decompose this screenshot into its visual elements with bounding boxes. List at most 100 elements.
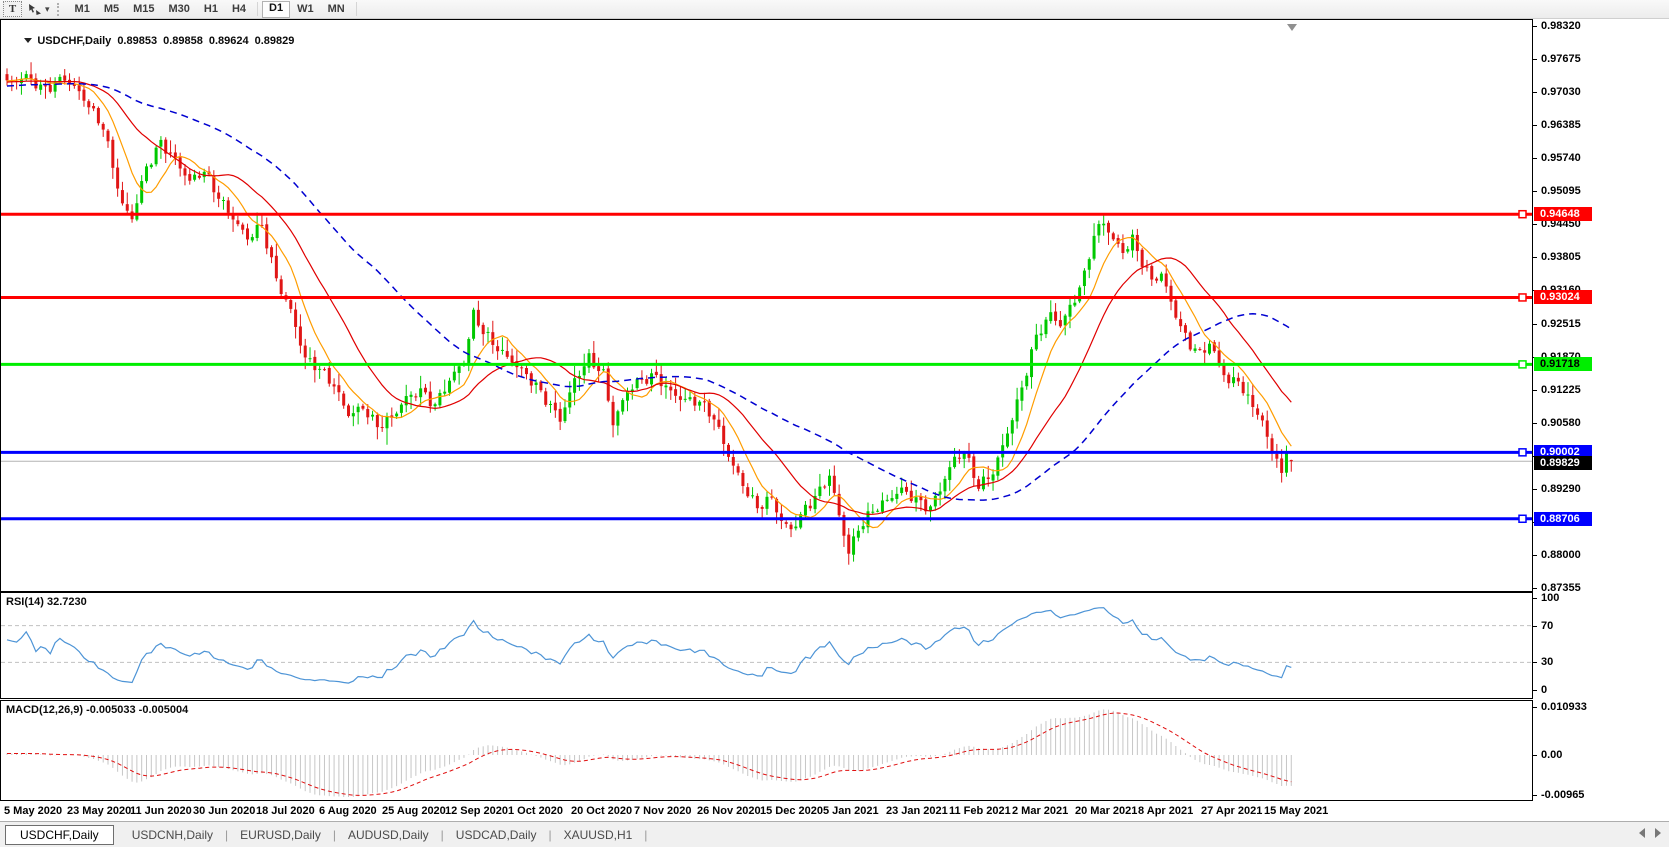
hline-price-chip[interactable]: 0.88706	[1534, 511, 1592, 526]
price-tick-mark	[1533, 588, 1537, 589]
macd-pane[interactable]: MACD(12,26,9) -0.005033 -0.005004	[0, 700, 1533, 801]
price-tick-mark	[1533, 257, 1537, 259]
date-label: 26 Nov 2020	[697, 805, 761, 817]
date-label: 15 Dec 2020	[760, 805, 823, 817]
rsi-tick-mark	[1533, 598, 1537, 599]
date-label: 5 May 2020	[4, 805, 63, 817]
date-label: 23 May 2020	[67, 805, 132, 817]
toolbar-separator	[355, 2, 357, 16]
chart-symbol-period: USDCHF,Daily	[37, 35, 112, 47]
macd-tick-label: 0.00	[1541, 749, 1563, 761]
price-tick-mark	[1533, 323, 1537, 325]
date-label: 8 Apr 2021	[1138, 805, 1194, 817]
chart-tab-xauusd[interactable]: XAUUSD,H1	[552, 826, 645, 844]
date-label: 20 Mar 2021	[1075, 805, 1138, 817]
price-tick-label: 0.95095	[1541, 185, 1581, 198]
macd-tick-mark	[1533, 795, 1537, 796]
price-tick-label: 0.92515	[1541, 317, 1581, 330]
macd-tick-mark	[1533, 755, 1537, 756]
hline-price-chip[interactable]: 0.93024	[1534, 290, 1592, 305]
ohlc-close: 0.89829	[254, 35, 295, 47]
macd-tick-mark	[1533, 707, 1537, 709]
date-label: 15 May 2021	[1264, 805, 1329, 817]
tool-dropdown-caret-icon[interactable]: ▾	[44, 2, 54, 16]
tick-arrows-icon[interactable]	[26, 2, 44, 16]
price-tick-label: 0.88000	[1541, 548, 1581, 561]
price-tick-mark	[1533, 26, 1537, 27]
ohlc-open: 0.89853	[117, 35, 158, 47]
price-scale[interactable]: 0.98320 0.97675 0.97030 0.96385 0.95740 0.950…	[1533, 19, 1669, 594]
price-pane[interactable]: USDCHF,Daily 0.89853 0.89858 0.89624 0.89829	[0, 19, 1533, 592]
date-label: 27 Apr 2021	[1201, 805, 1263, 817]
timeframe-m5[interactable]: M5	[97, 2, 126, 17]
price-chart-canvas[interactable]	[1, 20, 1532, 591]
price-tick-mark	[1533, 224, 1537, 226]
ohlc-high: 0.89858	[163, 35, 203, 47]
tab-scroll-right-icon[interactable]	[1655, 828, 1661, 838]
price-tick-label: 0.91225	[1541, 383, 1581, 396]
time-axis[interactable]: 5 May 2020 23 May 2020 11 Jun 2020 30 Jun 2…	[0, 801, 1533, 821]
chart-tab-audusd[interactable]: AUDUSD,Daily	[336, 826, 441, 844]
timeframe-m30[interactable]: M30	[162, 2, 197, 17]
macd-label: MACD(12,26,9) -0.005033 -0.005004	[6, 704, 189, 716]
timeframe-d1[interactable]: D1	[262, 0, 291, 18]
date-label: 12 Sep 2020	[445, 805, 508, 817]
date-label: 2 Mar 2021	[1012, 805, 1069, 817]
timeframe-group: M1 M5 M15 M30 H1 H4 D1 W1 MN	[68, 0, 361, 18]
date-label: 25 Aug 2020	[382, 805, 446, 817]
chart-tab-usdchf[interactable]: USDCHF,Daily	[5, 824, 114, 845]
price-tick-label: 0.98320	[1541, 20, 1581, 32]
date-label: 7 Nov 2020	[634, 805, 692, 817]
macd-scale[interactable]: 0.010933 0.00 -0.00965	[1533, 700, 1669, 801]
date-label: 1 Oct 2020	[508, 805, 564, 817]
macd-chart-canvas[interactable]	[1, 701, 1532, 800]
price-tick-label: 0.96385	[1541, 119, 1581, 132]
timeframe-h1[interactable]: H1	[197, 2, 225, 17]
chart-tab-eurusd[interactable]: EURUSD,Daily	[228, 826, 333, 844]
chart-collapse-caret-icon[interactable]	[24, 38, 33, 43]
mt4-window: T ▾ M1 M5 M15 M30 H1 H4 D1 W1 MN USDCHF,Daily 0.8…	[0, 0, 1669, 847]
chart-tab-usdcad[interactable]: USDCAD,Daily	[444, 826, 549, 844]
text-tool-button[interactable]: T	[3, 1, 22, 17]
toolbar-separator	[257, 2, 259, 16]
macd-tick-label: -0.00965	[1541, 789, 1585, 801]
tab-scroll-arrows	[1639, 828, 1661, 838]
toolbar-grip[interactable]	[56, 2, 62, 16]
rsi-tick-mark	[1533, 625, 1537, 627]
hline-price-chip[interactable]: 0.91718	[1534, 357, 1592, 372]
price-tick-mark	[1533, 158, 1537, 160]
price-tick-mark	[1533, 125, 1537, 127]
timeframe-w1[interactable]: W1	[290, 2, 321, 17]
price-tick-mark	[1533, 92, 1537, 94]
price-tick-mark	[1533, 422, 1537, 424]
rsi-pane[interactable]: RSI(14) 32.7230	[0, 592, 1533, 699]
macd-tick-label: 0.010933	[1541, 701, 1587, 714]
date-label: 11 Feb 2021	[949, 805, 1011, 817]
chart-tab-usdcnh[interactable]: USDCNH,Daily	[120, 826, 225, 844]
date-label: 6 Aug 2020	[319, 805, 377, 817]
date-label: 23 Jan 2021	[886, 805, 948, 817]
rsi-tick-mark	[1533, 690, 1537, 691]
rsi-tick-mark	[1533, 662, 1537, 664]
date-label: 11 Jun 2020	[130, 805, 192, 817]
price-tick-label: 0.97675	[1541, 53, 1581, 66]
timeframe-h4[interactable]: H4	[225, 2, 253, 17]
price-tick-label: 0.89290	[1541, 482, 1581, 495]
price-tick-label: 0.97030	[1541, 86, 1581, 99]
rsi-scale[interactable]: 100 70 30 0	[1533, 592, 1669, 699]
price-tick-label: 0.90580	[1541, 416, 1581, 429]
rsi-tick-label: 0	[1541, 684, 1548, 696]
timeframe-mn[interactable]: MN	[321, 2, 352, 17]
rsi-chart-canvas[interactable]	[1, 593, 1532, 698]
tab-scroll-left-icon[interactable]	[1639, 828, 1645, 838]
date-label: 20 Oct 2020	[571, 805, 633, 817]
timeframe-m15[interactable]: M15	[126, 2, 161, 17]
rsi-label: RSI(14) 32.7230	[6, 596, 87, 608]
price-tick-mark	[1533, 59, 1537, 61]
hline-price-chip[interactable]: 0.94648	[1534, 207, 1592, 222]
price-tick-mark	[1533, 389, 1537, 391]
price-tick-mark	[1533, 554, 1537, 556]
timeframe-m1[interactable]: M1	[68, 2, 97, 17]
date-label: 18 Jul 2020	[256, 805, 315, 817]
price-tick-label: 0.93805	[1541, 251, 1581, 264]
